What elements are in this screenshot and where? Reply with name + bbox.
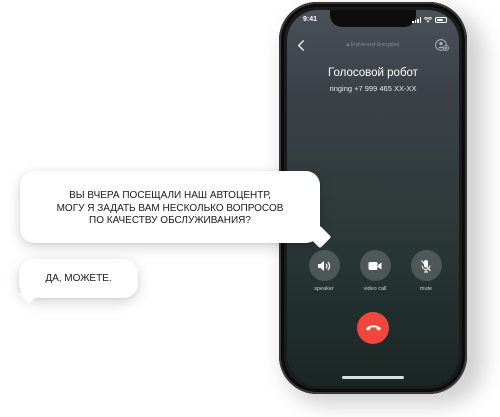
- speaker-button[interactable]: [308, 250, 340, 281]
- add-participant-icon[interactable]: [435, 39, 449, 51]
- encryption-notice: 🔒︎ End-to-end Encrypted: [346, 42, 400, 48]
- phone-hangup-icon: [365, 325, 381, 331]
- video-call-control: video call: [358, 250, 392, 292]
- end-call-button[interactable]: [357, 312, 389, 344]
- cellular-signal-icon: [412, 17, 421, 23]
- mute-label: mute: [419, 286, 433, 292]
- phone-notch: [330, 10, 416, 27]
- mute-control: mute: [409, 250, 443, 292]
- mute-button[interactable]: [410, 250, 442, 281]
- user-answer-text: ДА, МОЖЕТЕ.: [45, 273, 112, 284]
- video-camera-icon: [368, 261, 382, 270]
- caller-name: Голосовой робот: [328, 67, 418, 79]
- robot-question-bubble: ВЫ ВЧЕРА ПОСЕЩАЛИ НАШ АВТОЦЕНТР, МОГУ Я …: [20, 171, 332, 249]
- status-icons: [412, 16, 447, 24]
- call-status: ringing +7 999 465 XX-XX: [329, 84, 417, 93]
- call-controls: speaker video call mute: [307, 250, 443, 292]
- home-indicator: [342, 376, 404, 379]
- video-call-button[interactable]: [359, 250, 391, 281]
- wifi-icon: [424, 17, 432, 23]
- video-call-label: video call: [363, 286, 387, 292]
- battery-icon: [435, 17, 447, 23]
- robot-question-text: ВЫ ВЧЕРА ПОСЕЩАЛИ НАШ АВТОЦЕНТР, МОГУ Я …: [56, 190, 284, 226]
- speaker-control: speaker: [307, 250, 341, 292]
- user-answer-bubble: ДА, МОЖЕТЕ.: [19, 259, 138, 304]
- microphone-mute-icon: [421, 259, 431, 272]
- speaker-label: speaker: [314, 286, 334, 292]
- bubble-tail: [19, 284, 39, 304]
- speaker-icon: [318, 260, 331, 271]
- status-time: 9:41: [303, 16, 318, 23]
